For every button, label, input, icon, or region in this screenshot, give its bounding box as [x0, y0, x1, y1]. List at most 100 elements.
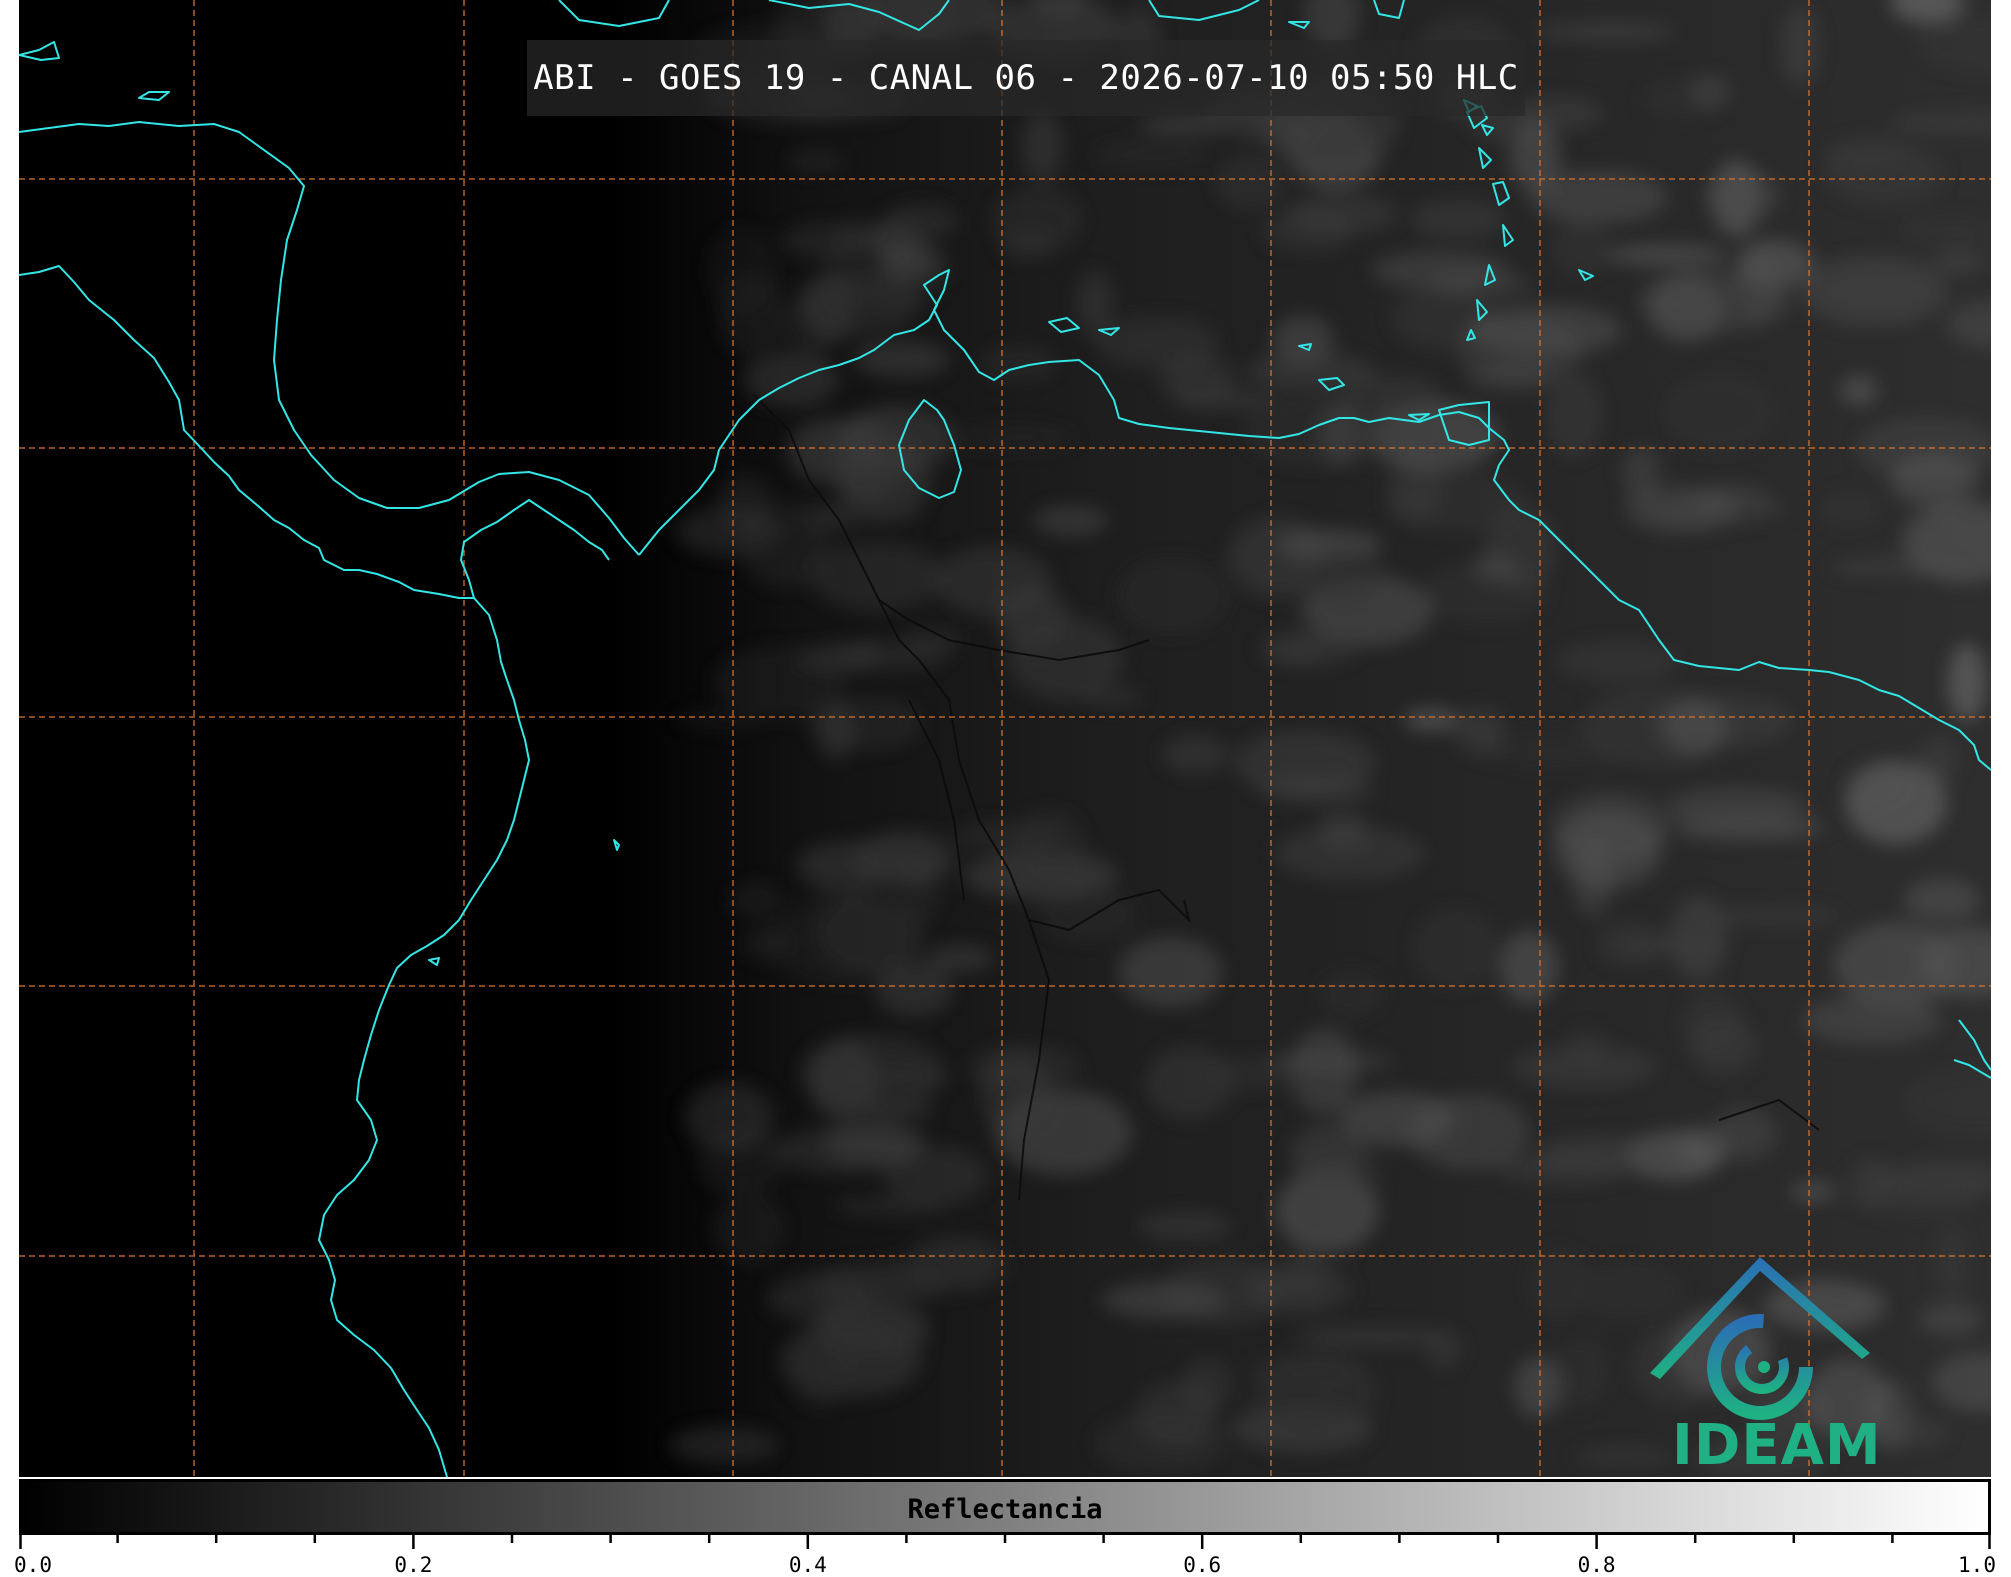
cloud-patch: [1669, 895, 1728, 981]
cloud-patch: [1823, 140, 1945, 207]
cloud-patch: [1554, 809, 1663, 890]
cloud-patch: [1260, 777, 1378, 805]
cloud-patch: [1430, 271, 1533, 298]
cloud-patch: [1596, 921, 1666, 967]
logo-wordmark: IDEAM: [1672, 1413, 1882, 1478]
cloud-patch: [1704, 169, 1783, 220]
cloud-patch: [838, 412, 883, 474]
cloud-patch: [1652, 694, 1794, 748]
cloud-patch: [1020, 109, 1064, 183]
cloud-patch: [1827, 557, 1976, 578]
cloud-patch: [1545, 371, 1602, 459]
cloud-patch: [1848, 1178, 1979, 1216]
cloud-patch: [1411, 906, 1500, 990]
cloud-patch: [1246, 1358, 1362, 1384]
cloud-patch: [668, 1426, 780, 1464]
cloud-patch: [1158, 355, 1236, 403]
cloud-patch: [1386, 472, 1527, 532]
colorbar-ticks: [19, 1535, 1991, 1549]
colorbar: Reflectancia: [19, 1479, 1991, 1535]
cloud-patch: [1101, 1281, 1227, 1320]
cloud-patch: [1816, 490, 1882, 528]
cloud-patch: [1789, 1180, 1836, 1203]
cloud-patch: [717, 474, 771, 530]
colorbar-axis: 0.0 0.2 0.4 0.6 0.8 1.0: [14, 1535, 1996, 1577]
cloud-patch: [830, 1196, 948, 1217]
colorbar-label: Reflectancia: [907, 1494, 1103, 1525]
cloud-patch: [728, 880, 781, 919]
cloud-patch: [1509, 125, 1562, 192]
cloud-patch: [1136, 1211, 1233, 1241]
cloud-patch: [740, 926, 790, 962]
colorbar-tick-label: 1.0: [1958, 1553, 1996, 1577]
cloud-patch: [1904, 878, 1981, 922]
title-banner: ABI - GOES 19 - CANAL 06 - 2026-07-10 05…: [527, 40, 1525, 116]
colorbar-tick-label: 0.6: [1183, 1553, 1222, 1577]
cloud-patch: [852, 340, 950, 378]
cloud-patch: [1139, 114, 1226, 136]
cloud-patch: [1005, 615, 1124, 701]
logo-swirl-core: [1758, 1361, 1770, 1373]
cloud-patch: [1499, 930, 1559, 1004]
cloud-patch: [1318, 968, 1386, 1019]
cloud-patch: [845, 642, 884, 665]
cloud-patch: [1676, 1125, 1729, 1172]
cloud-patch: [829, 1317, 927, 1389]
cloud-patch: [884, 203, 960, 239]
cloud-patch: [696, 1127, 784, 1195]
cloud-patch: [1285, 194, 1399, 234]
cloud-patch: [1303, 542, 1384, 605]
cloud-patch: [1273, 826, 1425, 881]
colorbar-tick-label: 0.4: [788, 1553, 827, 1577]
cloud-patch: [1604, 244, 1727, 266]
cloud-patch: [1032, 505, 1108, 537]
cloud-patch: [822, 1121, 926, 1165]
cloud-patch: [1145, 1046, 1233, 1120]
colorbar-tick-label: 0.8: [1577, 1553, 1616, 1577]
cloud-patch: [1076, 270, 1114, 337]
cloud-patch: [1533, 19, 1677, 44]
cloud-patch: [1468, 304, 1623, 356]
cloud-patch: [1403, 708, 1461, 732]
cloud-patch: [1510, 1045, 1657, 1089]
cloud-patch: [711, 645, 847, 719]
cloud-patch: [1933, 252, 1985, 273]
cloud-patch: [786, 150, 845, 174]
cloud-patch: [1289, 1123, 1368, 1184]
cloud-patch: [1624, 485, 1737, 533]
cloud-patch: [1681, 988, 1742, 1059]
cloud-patch: [1555, 640, 1679, 682]
colorbar-tick-label: 0.0: [14, 1553, 52, 1577]
cloud-patch: [1280, 1251, 1330, 1306]
cloud-patch: [968, 1043, 1081, 1091]
map-title: ABI - GOES 19 - CANAL 06 - 2026-07-10 05…: [533, 58, 1519, 98]
cloud-patch: [1664, 787, 1808, 825]
cloud-patch: [1514, 1355, 1561, 1419]
cloud-patch: [712, 1191, 785, 1264]
cloud-patch: [1117, 936, 1223, 1008]
cloud-patch: [1410, 199, 1506, 239]
cloud-patch: [1092, 138, 1211, 171]
cloud-patch: [1345, 373, 1440, 413]
colorbar-tick-label: 0.2: [394, 1553, 433, 1577]
cloud-patch: [1844, 761, 1948, 845]
cloud-patch: [1183, 1356, 1232, 1413]
cloud-patch: [1115, 556, 1230, 637]
cloud-patch: [1318, 401, 1363, 467]
cloud-patch: [807, 1263, 946, 1303]
cloud-patch: [800, 500, 923, 527]
cloud-patch: [1833, 921, 1960, 1009]
cloud-patch: [1550, 221, 1610, 277]
cloud-patch: [1934, 1223, 1971, 1301]
cloud-patch: [1550, 1337, 1610, 1409]
cloud-patch: [1780, 4, 1820, 88]
cloud-patch: [1296, 1326, 1448, 1347]
cloud-patch: [1696, 905, 1843, 928]
cloud-patch: [1011, 808, 1087, 891]
cloud-patch: [718, 271, 787, 357]
cloud-patch: [1839, 375, 1879, 406]
cloud-patch: [1918, 1303, 1983, 1336]
cloud-patch: [1497, 1154, 1627, 1185]
cloud-patch: [1455, 705, 1506, 756]
cloud-patch: [1271, 315, 1335, 365]
